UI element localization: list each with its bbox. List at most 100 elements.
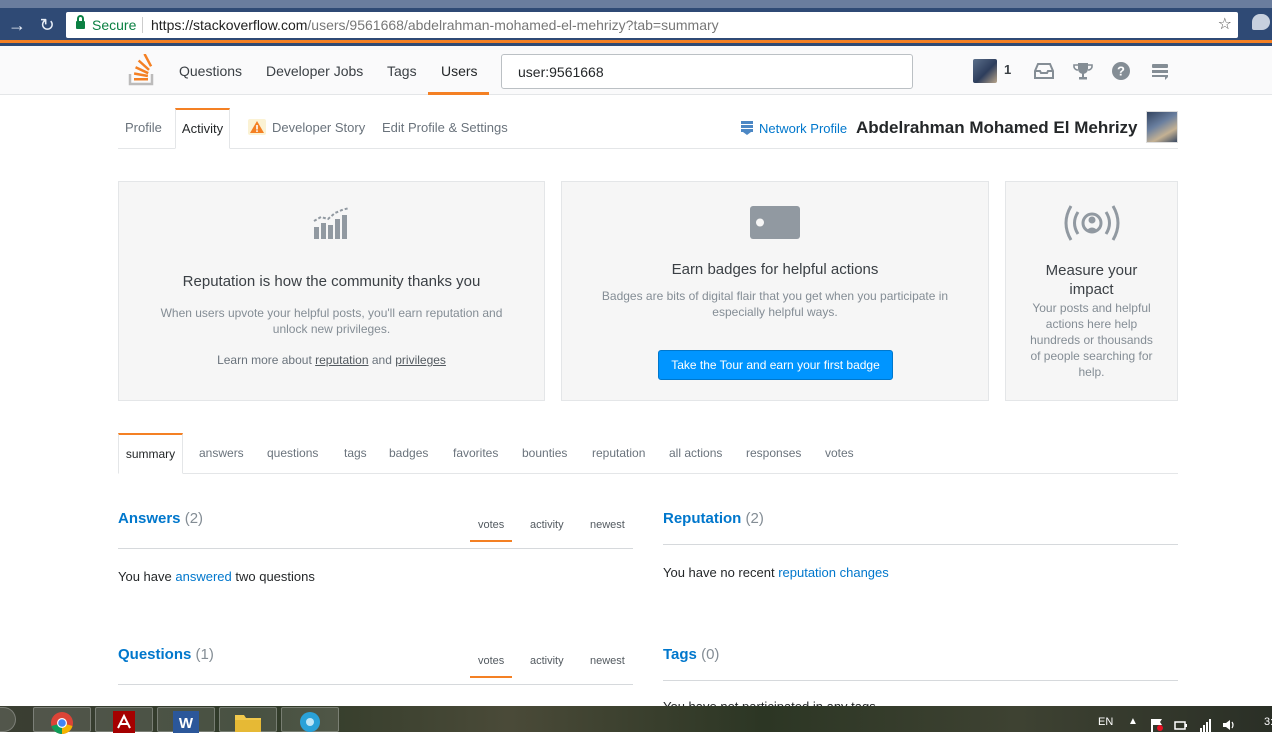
taskbar-chrome[interactable] [33,707,91,734]
tab-bounties[interactable]: bounties [522,446,567,460]
tags-section-title[interactable]: Tags (0) [663,646,719,663]
url-host: https://stackoverflow.com [151,17,308,33]
tray-expand-icon[interactable]: ▲ [1128,716,1138,727]
nav-users: Users [441,63,478,79]
sort-newest[interactable]: newest [590,519,625,531]
reload-icon[interactable]: ↻ [36,14,58,36]
inbox-icon[interactable] [1033,60,1055,82]
tab-edit-profile[interactable]: Edit Profile & Settings [382,120,508,135]
address-bar[interactable]: Secure https://stackoverflow.com/users/9… [66,12,1238,38]
url-path: /users/9561668/abdelrahman-mohamed-el-me… [307,17,719,33]
tab-activity[interactable]: Activity [175,108,230,149]
taskbar-word[interactable]: W [157,707,215,733]
sort-newest[interactable]: newest [590,655,625,667]
sort-activity[interactable]: activity [530,519,564,531]
reputation-card: Reputation is how the community thanks y… [118,181,545,401]
tab-all-actions[interactable]: all actions [669,446,722,460]
url-text[interactable]: https://stackoverflow.com/users/9561668/… [151,12,719,38]
svg-text:?: ? [1117,64,1125,79]
tab-tags[interactable]: tags [344,446,367,460]
tab-answers[interactable]: answers [199,446,244,460]
start-button[interactable] [0,707,16,732]
tab-strip [0,0,1272,8]
answers-summary: You have answered two questions [118,569,315,584]
answers-section-title[interactable]: Answers (2) [118,510,203,527]
browser-chrome: → ↻ Secure https://stackoverflow.com/use… [0,0,1272,46]
impact-card: Measure your impact Your posts and helpf… [1005,181,1178,401]
take-tour-button[interactable]: Take the Tour and earn your first badge [658,350,893,380]
learn-more-prefix: Learn more about [217,353,312,367]
clock[interactable]: 3: [1264,716,1272,728]
nav-questions[interactable]: Questions [179,63,242,79]
answers-count: (2) [184,510,204,527]
flag-icon[interactable] [1150,718,1164,732]
card-title: Measure your impact [1045,262,1138,298]
privileges-link[interactable]: privileges [395,353,446,367]
avatar[interactable] [973,59,997,83]
network-icon[interactable] [1199,718,1213,732]
language-indicator[interactable]: EN [1098,716,1113,728]
answered-link[interactable]: answered [175,569,231,584]
secure-label: Secure [92,17,137,33]
sort-active-indicator [470,676,512,678]
tab-favorites[interactable]: favorites [453,446,498,460]
card-text: Badges are bits of digital flair that yo… [601,289,949,319]
lock-icon [76,15,85,30]
word-icon: W [173,711,199,733]
reputation-count[interactable]: 1 [1004,62,1011,77]
nav-developer-jobs[interactable]: Developer Jobs [266,63,363,79]
so-topbar: Questions Developer Jobs Tags Users user… [0,46,1272,95]
sort-activity[interactable]: activity [530,655,564,667]
tags-title: Tags [663,646,697,663]
trophy-icon[interactable] [1072,60,1094,82]
divider [118,548,633,549]
reputation-section-title[interactable]: Reputation (2) [663,510,764,527]
search-input[interactable]: user:9561668 [501,54,913,89]
sort-active-indicator [470,540,512,542]
bookmark-star-icon[interactable]: ☆ [1218,12,1232,38]
nav-tags[interactable]: Tags [387,63,417,79]
questions-section-title[interactable]: Questions (1) [118,646,214,663]
chrome-icon [51,712,73,734]
volume-icon[interactable] [1222,718,1236,732]
card-title: Earn badges for helpful actions [671,261,879,278]
reputation-changes-link[interactable]: reputation changes [778,565,889,580]
reputation-title: Reputation [663,510,742,527]
tab-questions[interactable]: questions [267,446,318,460]
tags-count: (0) [701,646,720,663]
tab-responses[interactable]: responses [746,446,801,460]
card-text: Your posts and helpful actions here help… [1030,301,1153,379]
back-icon[interactable]: → [6,14,28,36]
network-profile-link[interactable]: Network Profile [759,121,847,136]
chat-extension-icon[interactable] [1252,14,1270,30]
tab-developer-story[interactable]: Developer Story [272,120,365,135]
taskbar-media[interactable] [281,707,339,732]
answers-text-prefix: You have [118,569,172,584]
help-icon[interactable]: ? [1110,60,1132,82]
questions-count: (1) [195,646,214,663]
tab-votes[interactable]: votes [825,446,854,460]
taskbar-acrobat[interactable] [95,707,153,733]
divider [663,680,1178,681]
svg-text:W: W [179,715,194,732]
activity-tabs: summary answers questions tags badges fa… [118,433,1178,474]
sort-votes[interactable]: votes [478,655,504,667]
tab-profile[interactable]: Profile [125,120,162,135]
site-switcher-icon[interactable] [1149,60,1171,82]
warning-icon [248,119,266,135]
tab-summary[interactable]: summary [118,433,183,474]
user-display-name: Abdelrahman Mohamed El Mehrizy [856,118,1138,137]
stackoverflow-logo-icon[interactable] [128,54,156,86]
user-avatar[interactable] [1146,111,1178,143]
reputation-text-prefix: You have no recent [663,565,775,580]
profile-tabs: Profile Activity Developer Story Edit Pr… [118,108,1178,149]
power-icon[interactable] [1174,718,1188,732]
reputation-link[interactable]: reputation [315,353,368,367]
tab-badges[interactable]: badges [389,446,428,460]
tab-reputation[interactable]: reputation [592,446,645,460]
answers-text-suffix: two questions [235,569,315,584]
taskbar-explorer[interactable] [219,707,277,732]
network-profile-icon [741,121,753,135]
sort-votes[interactable]: votes [478,519,504,531]
nav-users-tab[interactable]: Users [428,46,489,95]
